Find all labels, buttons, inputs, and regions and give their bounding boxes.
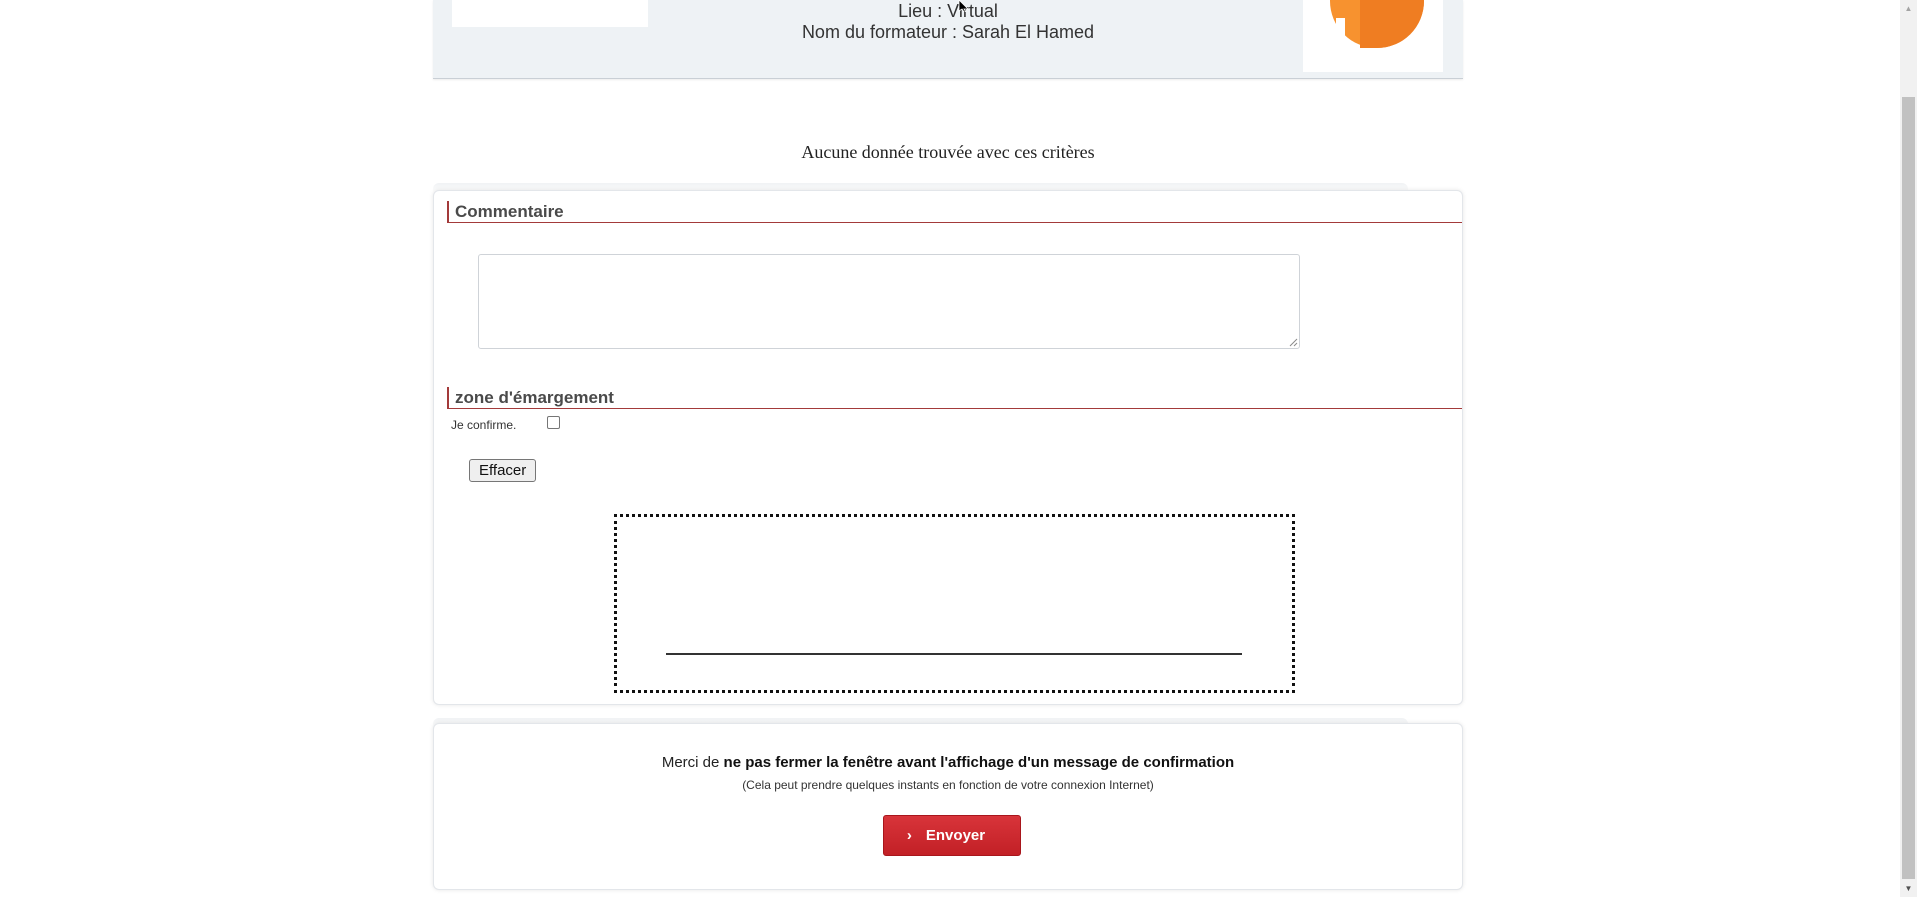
comment-textarea[interactable] — [478, 254, 1300, 349]
vertical-scrollbar[interactable]: ▲ ▼ — [1900, 0, 1917, 897]
signature-section-heading: zone d'émargement — [447, 387, 1462, 409]
submit-card: Merci de ne pas fermer la fenêtre avant … — [433, 723, 1463, 890]
connection-delay-note: (Cela peut prendre quelques instants en … — [742, 778, 1154, 792]
brand-logo — [1303, 0, 1443, 72]
scroll-up-arrow-icon[interactable]: ▲ — [1900, 0, 1917, 17]
comment-section-heading: Commentaire — [447, 201, 1462, 223]
session-header: Lieu : Virtual Nom du formateur : Sarah … — [433, 0, 1463, 79]
signature-pad[interactable] — [614, 514, 1295, 693]
confirm-label: Je confirme. — [451, 418, 517, 432]
resize-grip-icon[interactable] — [1289, 338, 1298, 347]
send-button-label: Envoyer — [925, 827, 986, 844]
attendance-form-card: Commentaire zone d'émargement Je confirm… — [433, 190, 1463, 705]
chevron-right-icon: › — [906, 827, 912, 844]
empty-results-message: Aucune donnée trouvée avec ces critères — [801, 142, 1095, 162]
do-not-close-notice: Merci de ne pas fermer la fenêtre avant … — [661, 754, 1235, 771]
clear-signature-button[interactable]: Effacer — [469, 459, 537, 482]
page-viewport: Lieu : Virtual Nom du formateur : Sarah … — [0, 0, 1917, 897]
mouse-cursor-icon — [958, 0, 969, 12]
scrollbar-thumb[interactable] — [1902, 97, 1915, 879]
signature-baseline — [666, 653, 1242, 655]
confirm-checkbox[interactable] — [547, 416, 560, 429]
scroll-down-arrow-icon[interactable]: ▼ — [1900, 880, 1917, 897]
send-button[interactable]: › Envoyer — [883, 815, 1021, 856]
